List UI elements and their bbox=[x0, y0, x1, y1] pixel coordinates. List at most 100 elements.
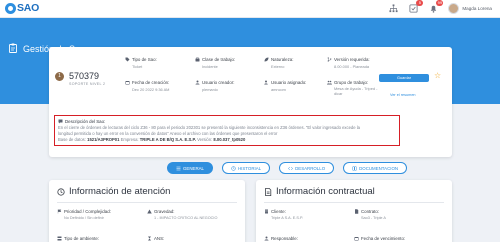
hourglass-icon bbox=[148, 236, 151, 241]
bell-icon[interactable]: 99 bbox=[428, 0, 444, 14]
sao-description-box: Descripción del Sao: En el cierre de órd… bbox=[54, 115, 400, 146]
description-title: Descripción del Sao: bbox=[65, 119, 106, 124]
field-value: Externo bbox=[271, 64, 285, 69]
field-label: Gravedad: bbox=[154, 209, 175, 214]
field-fecha-creacion: Fecha de creación: Dec 20 2022 9:36 AM bbox=[125, 80, 169, 92]
field-gravedad: Gravedad: 1 - IMPACTO CRITICO AL NEGOCIO bbox=[147, 209, 217, 220]
field-tipo-sao: Tipo de Sao: Ticket bbox=[125, 57, 157, 69]
field-value: Ticket bbox=[132, 64, 143, 69]
field-value: amncom bbox=[271, 87, 286, 92]
briefcase-icon bbox=[195, 57, 200, 62]
flag-icon bbox=[57, 209, 62, 214]
panel-divider bbox=[264, 202, 444, 203]
list-icon bbox=[176, 166, 181, 170]
field-value: Incidente bbox=[202, 64, 218, 69]
description-text: En el cierre de órdenes de lecturas del … bbox=[58, 125, 396, 137]
field-clase-trabajo: Clase de trabajo: Incidente bbox=[195, 57, 235, 69]
sao-support-level: SOPORTE NIVEL 2 bbox=[69, 82, 106, 86]
tasks-icon[interactable]: 5 bbox=[408, 0, 424, 14]
field-value: plemanio bbox=[202, 87, 218, 92]
field-label: Versión requerida: bbox=[334, 57, 370, 62]
description-meta: Base de datos: 1521/A3PROP01 Empresa: TR… bbox=[58, 137, 396, 142]
contract-info-panel: Información contractual Cliente: Triple … bbox=[256, 180, 452, 242]
detail-tabs: GENERAL HISTORIAL DESARROLLO DOCUMENTACI… bbox=[167, 162, 408, 174]
sao-summary-card: 1 570379 SOPORTE NIVEL 2 Tipo de Sao: Ti… bbox=[49, 47, 452, 157]
file-contract-icon bbox=[355, 209, 359, 214]
field-value: 1 - IMPACTO CRITICO AL NEGOCIO bbox=[154, 216, 218, 220]
field-label: Cliente: bbox=[271, 209, 286, 214]
sao-number-badge: 1 bbox=[55, 72, 64, 81]
calendar-icon bbox=[125, 81, 130, 85]
meta-db-label: Base de datos: bbox=[58, 137, 86, 142]
field-naturaleza: Naturaleza: Externo bbox=[264, 57, 293, 69]
user-check-icon bbox=[264, 80, 268, 85]
field-value: Mesa de Ayuda - Triped - dicar bbox=[334, 86, 378, 96]
field-label: Prioridad / Complejidad: bbox=[64, 209, 111, 214]
field-grupo-trabajo: Grupo de trabajo: Mesa de Ayuda - Triped… bbox=[327, 80, 379, 96]
document-icon bbox=[265, 187, 272, 196]
warning-icon bbox=[147, 209, 152, 214]
save-button[interactable]: Guardar bbox=[379, 74, 429, 82]
field-cliente: Cliente: Triple A S.A. E.S.P. bbox=[264, 209, 303, 220]
app-name: SAO bbox=[17, 2, 40, 14]
favorite-star-icon[interactable]: ☆ bbox=[434, 72, 441, 80]
panel-title: Información de atención bbox=[69, 186, 171, 197]
field-ans: ANS: bbox=[147, 236, 164, 241]
field-tipo-ambiente: Tipo de ambiente: bbox=[57, 236, 99, 241]
field-label: ANS: bbox=[154, 236, 165, 241]
comment-icon bbox=[58, 119, 63, 124]
sitemap-icon[interactable] bbox=[388, 4, 398, 14]
user-tie-icon bbox=[264, 236, 269, 241]
leaf-icon bbox=[264, 57, 269, 62]
field-value: Triple A S.A. E.S.P. bbox=[271, 216, 304, 220]
field-label: Naturaleza: bbox=[271, 57, 294, 62]
field-usuario-creador: Usuario creador: plemanio bbox=[195, 80, 234, 92]
logo-mark-icon bbox=[5, 2, 16, 14]
field-label: Usuario creador: bbox=[202, 80, 235, 85]
field-value: 8.00.000 - Planeada bbox=[334, 64, 370, 69]
tab-documentacion[interactable]: DOCUMENTACION bbox=[343, 162, 408, 174]
book-icon bbox=[352, 166, 357, 170]
tab-label: HISTORIAL bbox=[237, 165, 262, 171]
calendar-icon bbox=[354, 237, 359, 241]
field-value: No Definido / Sin definir bbox=[64, 216, 104, 220]
meta-version-label: Versión: bbox=[197, 137, 213, 142]
field-usuario-asignado: Usuario asignado: amncom bbox=[264, 80, 306, 92]
summary-link[interactable]: Ver el resumen bbox=[390, 93, 416, 97]
meta-company-label: Empresa: bbox=[120, 137, 139, 142]
field-label: Clase de trabajo: bbox=[202, 57, 236, 62]
user-name[interactable]: Magda Lorena bbox=[462, 6, 492, 11]
description-line-2: longitud permitida o hay un error en la … bbox=[58, 131, 278, 136]
top-navbar: SAO 5 99 Magda Lorena bbox=[0, 0, 500, 18]
field-value: Dec 20 2022 9:36 AM bbox=[132, 87, 170, 92]
app-logo[interactable]: SAO bbox=[5, 2, 39, 14]
code-icon bbox=[288, 166, 293, 170]
meta-company-value: TRIPLE A DE B/Q S.A. E.S.P. bbox=[139, 137, 196, 142]
field-prioridad: Prioridad / Complejidad: No Definido / S… bbox=[57, 209, 111, 220]
clipboard-icon bbox=[8, 43, 18, 55]
panel-divider bbox=[57, 202, 237, 203]
tab-desarrollo[interactable]: DESARROLLO bbox=[279, 162, 335, 174]
meta-db-value: 1521/A3PROP01 bbox=[87, 137, 120, 142]
server-icon bbox=[57, 236, 62, 241]
notifications-badge: 99 bbox=[436, 0, 444, 6]
tab-general[interactable]: GENERAL bbox=[167, 162, 213, 174]
user-icon bbox=[195, 80, 200, 85]
field-fecha-vencimiento: Fecha de vencimiento: bbox=[354, 236, 405, 241]
tab-historial[interactable]: HISTORIAL bbox=[221, 162, 271, 174]
description-line-1: En el cierre de órdenes de lecturas del … bbox=[58, 125, 361, 130]
branch-icon bbox=[327, 57, 332, 62]
field-contrato: Contrato: Sao3 - Triple A bbox=[354, 209, 386, 220]
field-label: Usuario asignado: bbox=[271, 80, 307, 85]
field-label: Responsable: bbox=[271, 236, 298, 241]
history-icon bbox=[231, 165, 236, 171]
tasks-badge: 5 bbox=[416, 0, 424, 6]
clock-icon bbox=[57, 187, 65, 196]
field-label: Contrato: bbox=[361, 209, 380, 214]
tag-icon bbox=[125, 57, 130, 62]
user-avatar[interactable] bbox=[448, 3, 460, 14]
tab-label: DESARROLLO bbox=[295, 165, 326, 171]
field-value: Sao3 - Triple A bbox=[361, 216, 386, 220]
attention-info-panel: Información de atención Prioridad / Comp… bbox=[49, 180, 245, 242]
field-label: Grupo de trabajo: bbox=[334, 80, 369, 85]
